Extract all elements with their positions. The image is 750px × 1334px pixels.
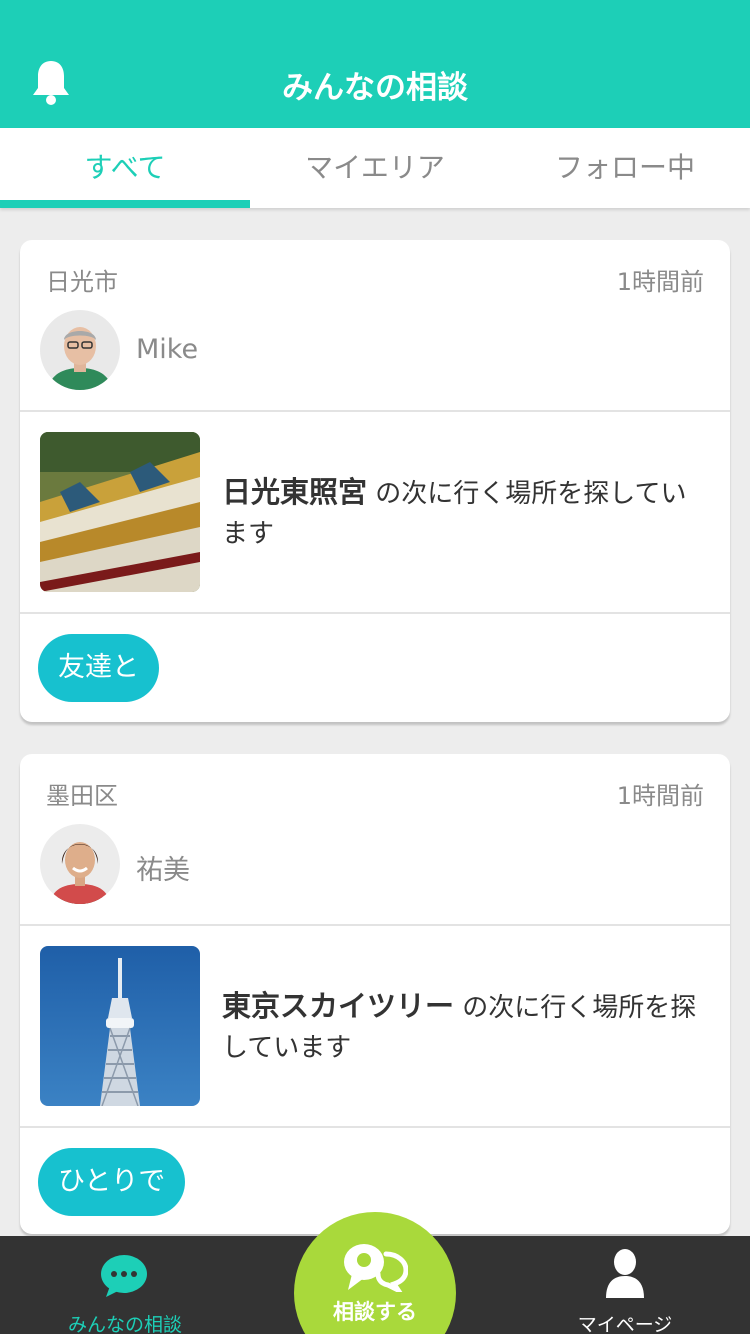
consult-button-label: 相談する (333, 1300, 417, 1324)
companion-tag[interactable]: 友達と (38, 634, 159, 702)
app-header: みんなの相談 (0, 0, 750, 128)
divider (20, 612, 730, 614)
post-area: 日光市 (46, 268, 118, 296)
chat-bubble-icon (101, 1255, 147, 1297)
divider (20, 1126, 730, 1128)
avatar[interactable] (40, 310, 120, 390)
post-card[interactable]: 墨田区 1時間前 祐美 東京スカイツリー の次に行く場所を探しています ひとりで (20, 754, 730, 1234)
divider (20, 410, 730, 412)
nav-everyone-consult[interactable]: みんなの相談 (0, 1236, 250, 1334)
page-title: みんなの相談 (282, 70, 468, 106)
avatar[interactable] (40, 824, 120, 904)
post-time: 1時間前 (616, 782, 704, 810)
nav-label: みんなの相談 (67, 1314, 182, 1334)
nav-label: マイページ (577, 1314, 673, 1334)
user-name[interactable]: 祐美 (136, 848, 190, 887)
companion-tag[interactable]: ひとりで (38, 1148, 186, 1216)
tab-bar: すべて マイエリア フォロー中 (0, 128, 750, 208)
person-icon (606, 1249, 644, 1298)
consult-bubbles-icon (344, 1244, 408, 1292)
place-image[interactable] (40, 432, 200, 592)
post-card[interactable]: 日光市 1時間前 Mike 日光東照宮 の次に行く場所を探しています 友達と (20, 240, 730, 722)
place-name[interactable]: 東京スカイツリー (222, 989, 454, 1023)
place-name[interactable]: 日光東照宮 (222, 475, 367, 509)
user-name[interactable]: Mike (136, 334, 198, 365)
tab-following[interactable]: フォロー中 (500, 128, 750, 208)
post-time: 1時間前 (616, 268, 704, 296)
divider (20, 924, 730, 926)
nav-my-page[interactable]: マイページ (500, 1236, 750, 1334)
post-description: 東京スカイツリー の次に行く場所を探しています (222, 986, 712, 1068)
tab-indicator (0, 200, 250, 208)
tab-all[interactable]: すべて (0, 128, 250, 208)
post-area: 墨田区 (46, 782, 118, 810)
tab-my-area[interactable]: マイエリア (250, 128, 500, 208)
place-image[interactable] (40, 946, 200, 1106)
post-description: 日光東照宮 の次に行く場所を探しています (222, 472, 712, 554)
